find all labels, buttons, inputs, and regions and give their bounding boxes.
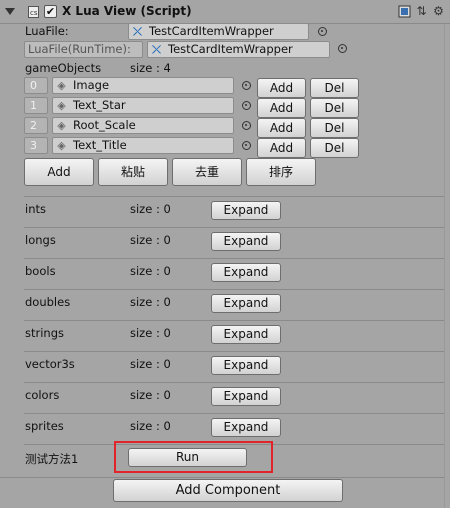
array-name: colors — [25, 388, 60, 402]
array-size: size : 0 — [130, 233, 171, 247]
object-picker-icon[interactable] — [242, 81, 251, 90]
game-objects-size: size : 4 — [130, 61, 171, 75]
array-size: size : 0 — [130, 419, 171, 433]
component-title: X Lua View (Script) — [62, 4, 192, 18]
array-name: longs — [25, 233, 56, 247]
game-object-field[interactable]: ◈ Text_Title — [52, 137, 234, 154]
lua-file-label: LuaFile: — [25, 24, 69, 38]
cube-icon: ◈ — [57, 79, 66, 92]
scrollbar[interactable] — [444, 24, 450, 508]
test-method-label: 测试方法1 — [25, 452, 79, 466]
sort-button[interactable]: 排序 — [246, 158, 316, 186]
expand-button[interactable]: Expand — [211, 263, 281, 282]
divider — [24, 413, 444, 414]
add-item-button[interactable]: Add — [257, 98, 306, 118]
foldout-arrow-icon[interactable] — [5, 8, 15, 15]
add-component-button[interactable]: Add Component — [113, 479, 343, 502]
lua-file-value: TestCardItemWrapper — [149, 24, 274, 38]
add-item-button[interactable]: Add — [257, 138, 306, 158]
array-name: doubles — [25, 295, 71, 309]
expand-button[interactable]: Expand — [211, 325, 281, 344]
game-object-field[interactable]: ◈ Text_Star — [52, 97, 234, 114]
divider — [24, 227, 444, 228]
settings-icon[interactable]: ⇅ — [415, 5, 428, 18]
paste-button[interactable]: 粘贴 — [98, 158, 168, 186]
lua-file-runtime-label: LuaFile(RunTime): — [24, 41, 143, 58]
list-index[interactable]: 1 — [24, 97, 48, 114]
array-size: size : 0 — [130, 388, 171, 402]
add-button[interactable]: Add — [24, 158, 94, 186]
array-size: size : 0 — [130, 264, 171, 278]
cube-icon: ◈ — [57, 119, 66, 132]
lua-file-runtime-field[interactable]: ⤬ TestCardItemWrapper — [147, 41, 330, 58]
array-size: size : 0 — [130, 357, 171, 371]
list-index[interactable]: 3 — [24, 137, 48, 154]
list-index[interactable]: 0 — [24, 77, 48, 94]
array-name: ints — [25, 202, 46, 216]
run-button[interactable]: Run — [128, 448, 247, 467]
object-picker-icon[interactable] — [242, 101, 251, 110]
expand-button[interactable]: Expand — [211, 232, 281, 251]
object-picker-icon[interactable] — [242, 141, 251, 150]
array-name: strings — [25, 326, 65, 340]
dedupe-button[interactable]: 去重 — [172, 158, 242, 186]
divider — [24, 289, 444, 290]
book-icon[interactable] — [398, 5, 411, 18]
expand-button[interactable]: Expand — [211, 201, 281, 220]
lua-file-field[interactable]: ⤬ TestCardItemWrapper — [128, 23, 309, 40]
lua-file-runtime-value: TestCardItemWrapper — [168, 42, 293, 56]
object-picker-icon[interactable] — [338, 44, 347, 53]
gear-icon[interactable]: ⚙ — [432, 5, 445, 18]
expand-button[interactable]: Expand — [211, 356, 281, 375]
script-file-icon: cs — [28, 6, 39, 18]
lua-file-icon: ⤬ — [133, 25, 142, 38]
array-name: bools — [25, 264, 56, 278]
object-picker-icon[interactable] — [318, 27, 327, 36]
array-size: size : 0 — [130, 326, 171, 340]
divider — [24, 258, 444, 259]
cube-icon: ◈ — [57, 99, 66, 112]
add-item-button[interactable]: Add — [257, 118, 306, 138]
array-size: size : 0 — [130, 202, 171, 216]
divider — [24, 196, 444, 197]
delete-item-button[interactable]: Del — [310, 78, 359, 98]
game-object-field[interactable]: ◈ Root_Scale — [52, 117, 234, 134]
expand-button[interactable]: Expand — [211, 387, 281, 406]
enabled-checkbox[interactable]: ✔ — [44, 5, 57, 18]
delete-item-button[interactable]: Del — [310, 138, 359, 158]
lua-file-icon: ⤬ — [152, 43, 161, 56]
array-name: vector3s — [25, 357, 75, 371]
divider — [24, 320, 444, 321]
game-objects-label: gameObjects — [25, 61, 102, 75]
array-name: sprites — [25, 419, 64, 433]
cube-icon: ◈ — [57, 139, 66, 152]
game-object-field[interactable]: ◈ Image — [52, 77, 234, 94]
array-size: size : 0 — [130, 295, 171, 309]
divider — [0, 477, 450, 478]
list-index[interactable]: 2 — [24, 117, 48, 134]
expand-button[interactable]: Expand — [211, 294, 281, 313]
object-picker-icon[interactable] — [242, 121, 251, 130]
expand-button[interactable]: Expand — [211, 418, 281, 437]
svg-text:cs: cs — [30, 9, 38, 17]
divider — [24, 351, 444, 352]
divider — [24, 382, 444, 383]
delete-item-button[interactable]: Del — [310, 118, 359, 138]
delete-item-button[interactable]: Del — [310, 98, 359, 118]
add-item-button[interactable]: Add — [257, 78, 306, 98]
